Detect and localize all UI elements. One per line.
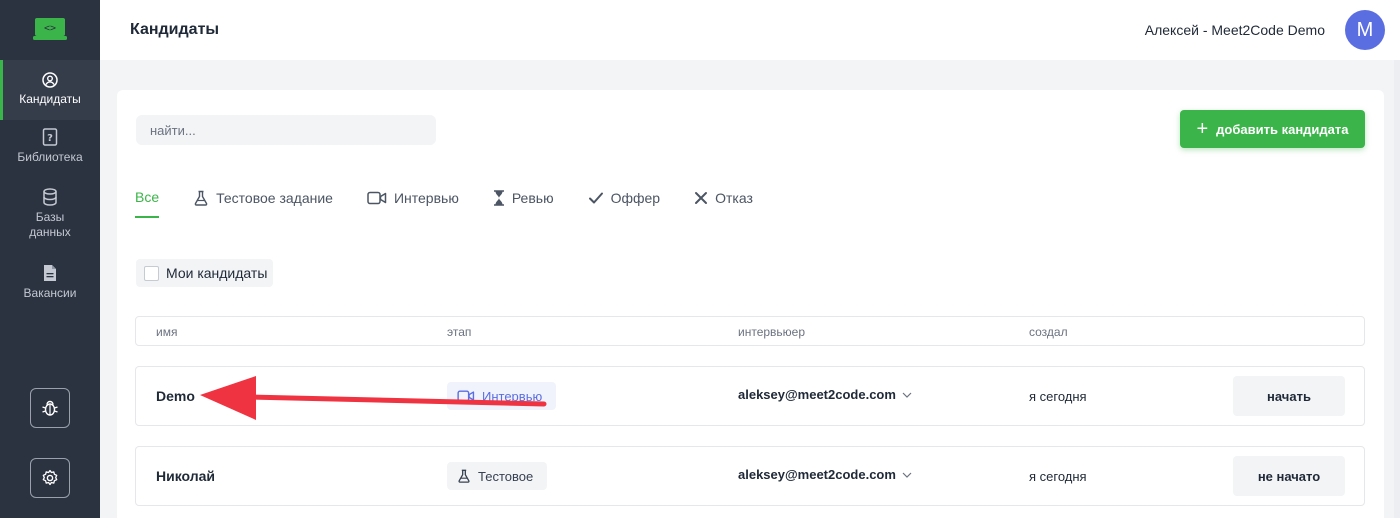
- video-icon: [457, 390, 475, 402]
- candidate-name[interactable]: Николай: [156, 468, 215, 484]
- start-button[interactable]: начать: [1233, 376, 1345, 416]
- sidebar-item-label: Вакансии: [23, 286, 77, 300]
- not-started-button[interactable]: не начато: [1233, 456, 1345, 496]
- my-candidates-checkbox[interactable]: [144, 265, 159, 281]
- tab-rejected[interactable]: Отказ: [694, 186, 753, 210]
- tab-label: Ревью: [511, 190, 554, 206]
- user-name[interactable]: Алексей - Meet2Code Demo: [1145, 22, 1325, 38]
- stage-tabs: Все Тестовое задание Интервью Ревью Оффе…: [135, 186, 787, 218]
- sidebar-item-candidates[interactable]: Кандидаты: [0, 60, 100, 120]
- sidebar-item-label: Кандидаты: [19, 92, 81, 106]
- video-icon: [367, 191, 387, 205]
- user-circle-icon: [42, 72, 58, 88]
- add-candidate-button[interactable]: + добавить кандидата: [1180, 110, 1365, 148]
- gear-icon: [42, 469, 58, 486]
- tab-test-task[interactable]: Тестовое задание: [193, 186, 333, 210]
- tab-label: Все: [135, 189, 160, 205]
- interviewer-email: aleksey@meet2code.com: [738, 387, 896, 402]
- scrollbar[interactable]: [1394, 60, 1400, 518]
- tab-label: Оффер: [610, 190, 661, 206]
- stage-badge[interactable]: Интервью: [447, 382, 557, 410]
- chevron-down-icon: [902, 392, 912, 398]
- avatar[interactable]: M: [1345, 10, 1385, 50]
- search-input[interactable]: [136, 115, 436, 145]
- tab-all[interactable]: Все: [135, 186, 160, 218]
- tab-offer[interactable]: Оффер: [588, 186, 661, 210]
- sidebar: <> Кандидаты ? Библиотека Базы данных Ва…: [0, 0, 100, 518]
- tab-interview[interactable]: Интервью: [367, 186, 459, 210]
- sidebar-item-databases[interactable]: Базы данных: [0, 188, 100, 248]
- question-book-icon: ?: [42, 128, 58, 146]
- candidates-panel: + добавить кандидата Все Тестовое задани…: [117, 90, 1384, 518]
- plus-icon: +: [1196, 118, 1209, 140]
- svg-text:<>: <>: [44, 23, 56, 34]
- my-candidates-filter[interactable]: Мои кандидаты: [136, 259, 273, 287]
- svg-text:?: ?: [47, 133, 53, 144]
- flask-icon: [458, 469, 470, 483]
- created-by: я сегодня: [1029, 469, 1087, 484]
- column-header-name: имя: [156, 325, 178, 339]
- stage-badge[interactable]: Тестовое: [447, 462, 548, 490]
- my-candidates-label: Мои кандидаты: [166, 265, 268, 281]
- tab-label: Интервью: [393, 190, 459, 206]
- table-header: имя этап интервьюер создал: [135, 316, 1365, 346]
- column-header-interviewer: интервьюер: [738, 325, 806, 339]
- chevron-down-icon: [902, 472, 912, 478]
- sidebar-item-label: Базы данных: [29, 210, 71, 239]
- stage-label: Интервью: [482, 388, 543, 404]
- column-header-stage: этап: [447, 325, 472, 339]
- database-icon: [43, 188, 57, 206]
- document-icon: [44, 265, 56, 281]
- bug-icon: [42, 400, 58, 416]
- logo-icon[interactable]: <>: [33, 16, 67, 42]
- created-by: я сегодня: [1029, 389, 1087, 404]
- flask-icon: [194, 190, 208, 206]
- tab-label: Отказ: [715, 190, 753, 206]
- interviewer-select[interactable]: aleksey@meet2code.com: [738, 387, 912, 402]
- interviewer-email: aleksey@meet2code.com: [738, 467, 896, 482]
- sidebar-item-library[interactable]: ? Библиотека: [0, 128, 100, 178]
- table-row[interactable]: Demo Интервью aleksey@meet2code.com я се…: [135, 366, 1365, 426]
- settings-button[interactable]: [30, 458, 70, 498]
- sidebar-item-vacancies[interactable]: Вакансии: [0, 264, 100, 304]
- add-candidate-label: добавить кандидата: [1216, 121, 1349, 137]
- sidebar-item-label: Библиотека: [17, 150, 83, 164]
- page-title: Кандидаты: [130, 21, 220, 38]
- candidate-name[interactable]: Demo: [156, 388, 195, 404]
- hourglass-icon: [493, 190, 504, 206]
- check-icon: [588, 192, 603, 204]
- interviewer-select[interactable]: aleksey@meet2code.com: [738, 467, 912, 482]
- stage-label: Тестовое: [478, 468, 534, 484]
- tab-label: Тестовое задание: [216, 190, 333, 206]
- table-row[interactable]: Николай Тестовое aleksey@meet2code.com я…: [135, 446, 1365, 506]
- column-header-created: создал: [1029, 325, 1068, 339]
- tab-review[interactable]: Ревью: [493, 186, 554, 210]
- top-header: Кандидаты Алексей - Meet2Code Demo M: [100, 0, 1400, 60]
- x-icon: [695, 192, 708, 204]
- bug-report-button[interactable]: [30, 388, 70, 428]
